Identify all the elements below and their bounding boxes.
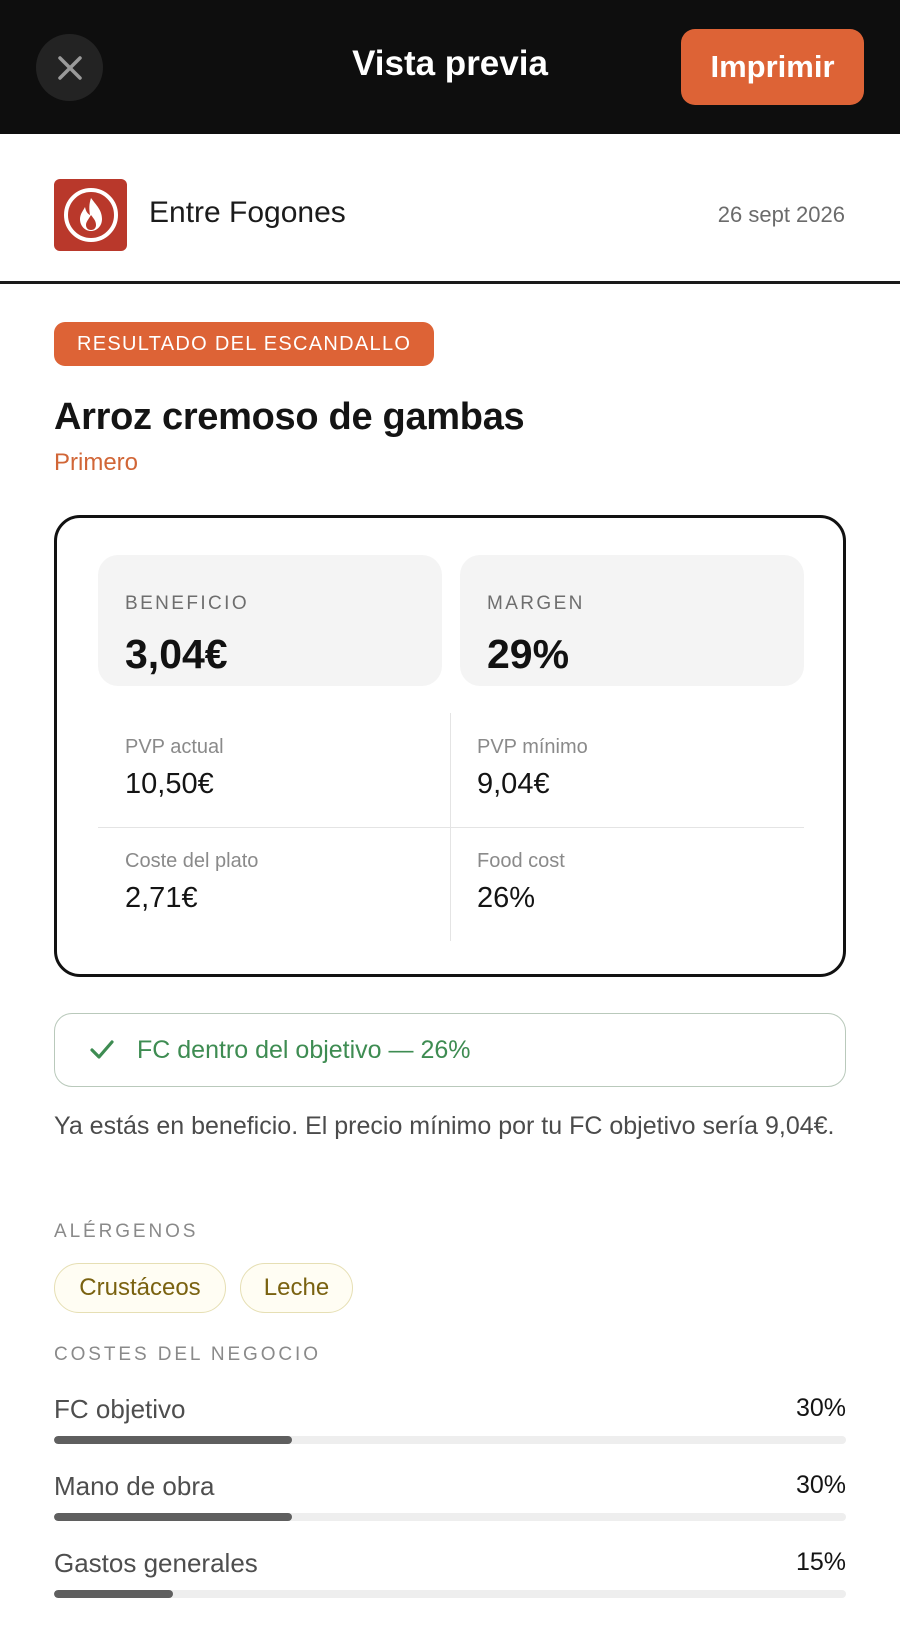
metric-label: PVP mínimo <box>477 736 588 758</box>
cost-progress-track <box>54 1590 846 1598</box>
cost-value: 15% <box>795 1548 846 1576</box>
status-text: FC dentro del objetivo — 26% <box>137 1036 471 1064</box>
result-badge: RESULTADO DEL ESCANDALLO <box>54 322 435 366</box>
cost-progress-track <box>54 1513 846 1521</box>
cost-row-food-cost-target: FC objetivo 30% <box>54 1394 846 1454</box>
metric-minimum-price: PVP mínimo 9,04€ <box>450 713 802 827</box>
profit-note: Ya estás en beneficio. El precio mínimo … <box>54 1112 835 1140</box>
allergen-chip: Crustáceos <box>54 1263 226 1313</box>
metric-dish-cost: Coste del plato 2,71€ <box>98 827 450 941</box>
cost-label: Gastos generales <box>54 1548 258 1578</box>
header-divider <box>0 281 900 284</box>
brand-name: Entre Fogones <box>149 196 346 229</box>
margin-value: 29% <box>487 631 570 677</box>
metric-value: 9,04€ <box>477 768 550 800</box>
profit-value: 3,04€ <box>125 631 228 677</box>
cost-progress-fill <box>54 1590 173 1598</box>
cost-value: 30% <box>795 1471 846 1499</box>
margin-label: MARGEN <box>487 593 585 614</box>
profit-label: BENEFICIO <box>125 593 250 614</box>
allergens-label: ALÉRGENOS <box>54 1221 199 1242</box>
cost-label: FC objetivo <box>54 1394 186 1424</box>
dish-title: Arroz cremoso de gambas <box>54 396 525 438</box>
metric-food-cost: Food cost 26% <box>450 827 802 941</box>
metric-value: 26% <box>477 882 536 914</box>
costs-label: COSTES DEL NEGOCIO <box>54 1344 321 1365</box>
metric-label: Food cost <box>477 850 565 872</box>
brand-logo <box>54 179 127 251</box>
cost-progress-fill <box>54 1436 292 1444</box>
metric-label: PVP actual <box>125 736 224 758</box>
metric-label: Coste del plato <box>125 850 259 872</box>
document-date: 26 sept 2026 <box>717 202 845 227</box>
allergen-chip: Leche <box>240 1263 353 1313</box>
metric-current-price: PVP actual 10,50€ <box>98 713 450 827</box>
metrics-card: BENEFICIO 3,04€ MARGEN 29% PVP actual 10… <box>54 515 846 977</box>
metric-value: 2,71€ <box>125 882 198 914</box>
margin-kpi: MARGEN 29% <box>460 555 804 686</box>
cost-row-overhead: Gastos generales 15% <box>54 1548 846 1608</box>
profit-kpi: BENEFICIO 3,04€ <box>98 555 442 686</box>
cost-label: Mano de obra <box>54 1471 215 1501</box>
cost-value: 30% <box>795 1394 846 1422</box>
dish-category: Primero <box>54 449 139 476</box>
print-button[interactable]: Imprimir <box>681 29 864 105</box>
check-icon <box>90 1040 114 1059</box>
cost-progress-track <box>54 1436 846 1444</box>
flame-logo-icon <box>63 188 118 242</box>
cost-progress-fill <box>54 1513 292 1521</box>
food-cost-status: FC dentro del objetivo — 26% <box>54 1013 846 1087</box>
cost-row-labor: Mano de obra 30% <box>54 1471 846 1531</box>
top-bar: Vista previa Imprimir <box>0 0 900 134</box>
metric-value: 10,50€ <box>125 768 214 800</box>
